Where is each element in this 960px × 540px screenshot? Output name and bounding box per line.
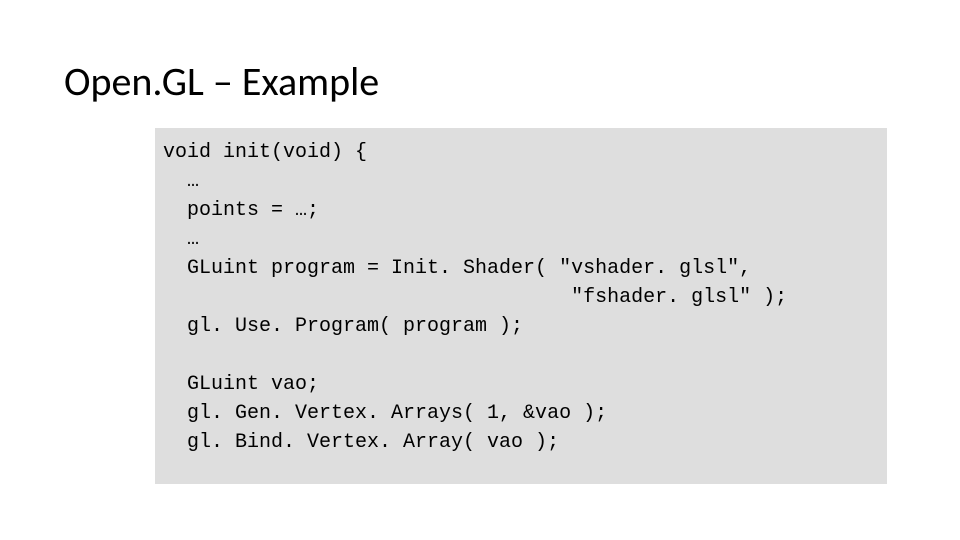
code-block: void init(void) { … points = …; … GLuint… (155, 128, 887, 484)
slide-title: Open.GL – Example (64, 60, 379, 104)
slide: Open.GL – Example void init(void) { … po… (0, 0, 960, 540)
